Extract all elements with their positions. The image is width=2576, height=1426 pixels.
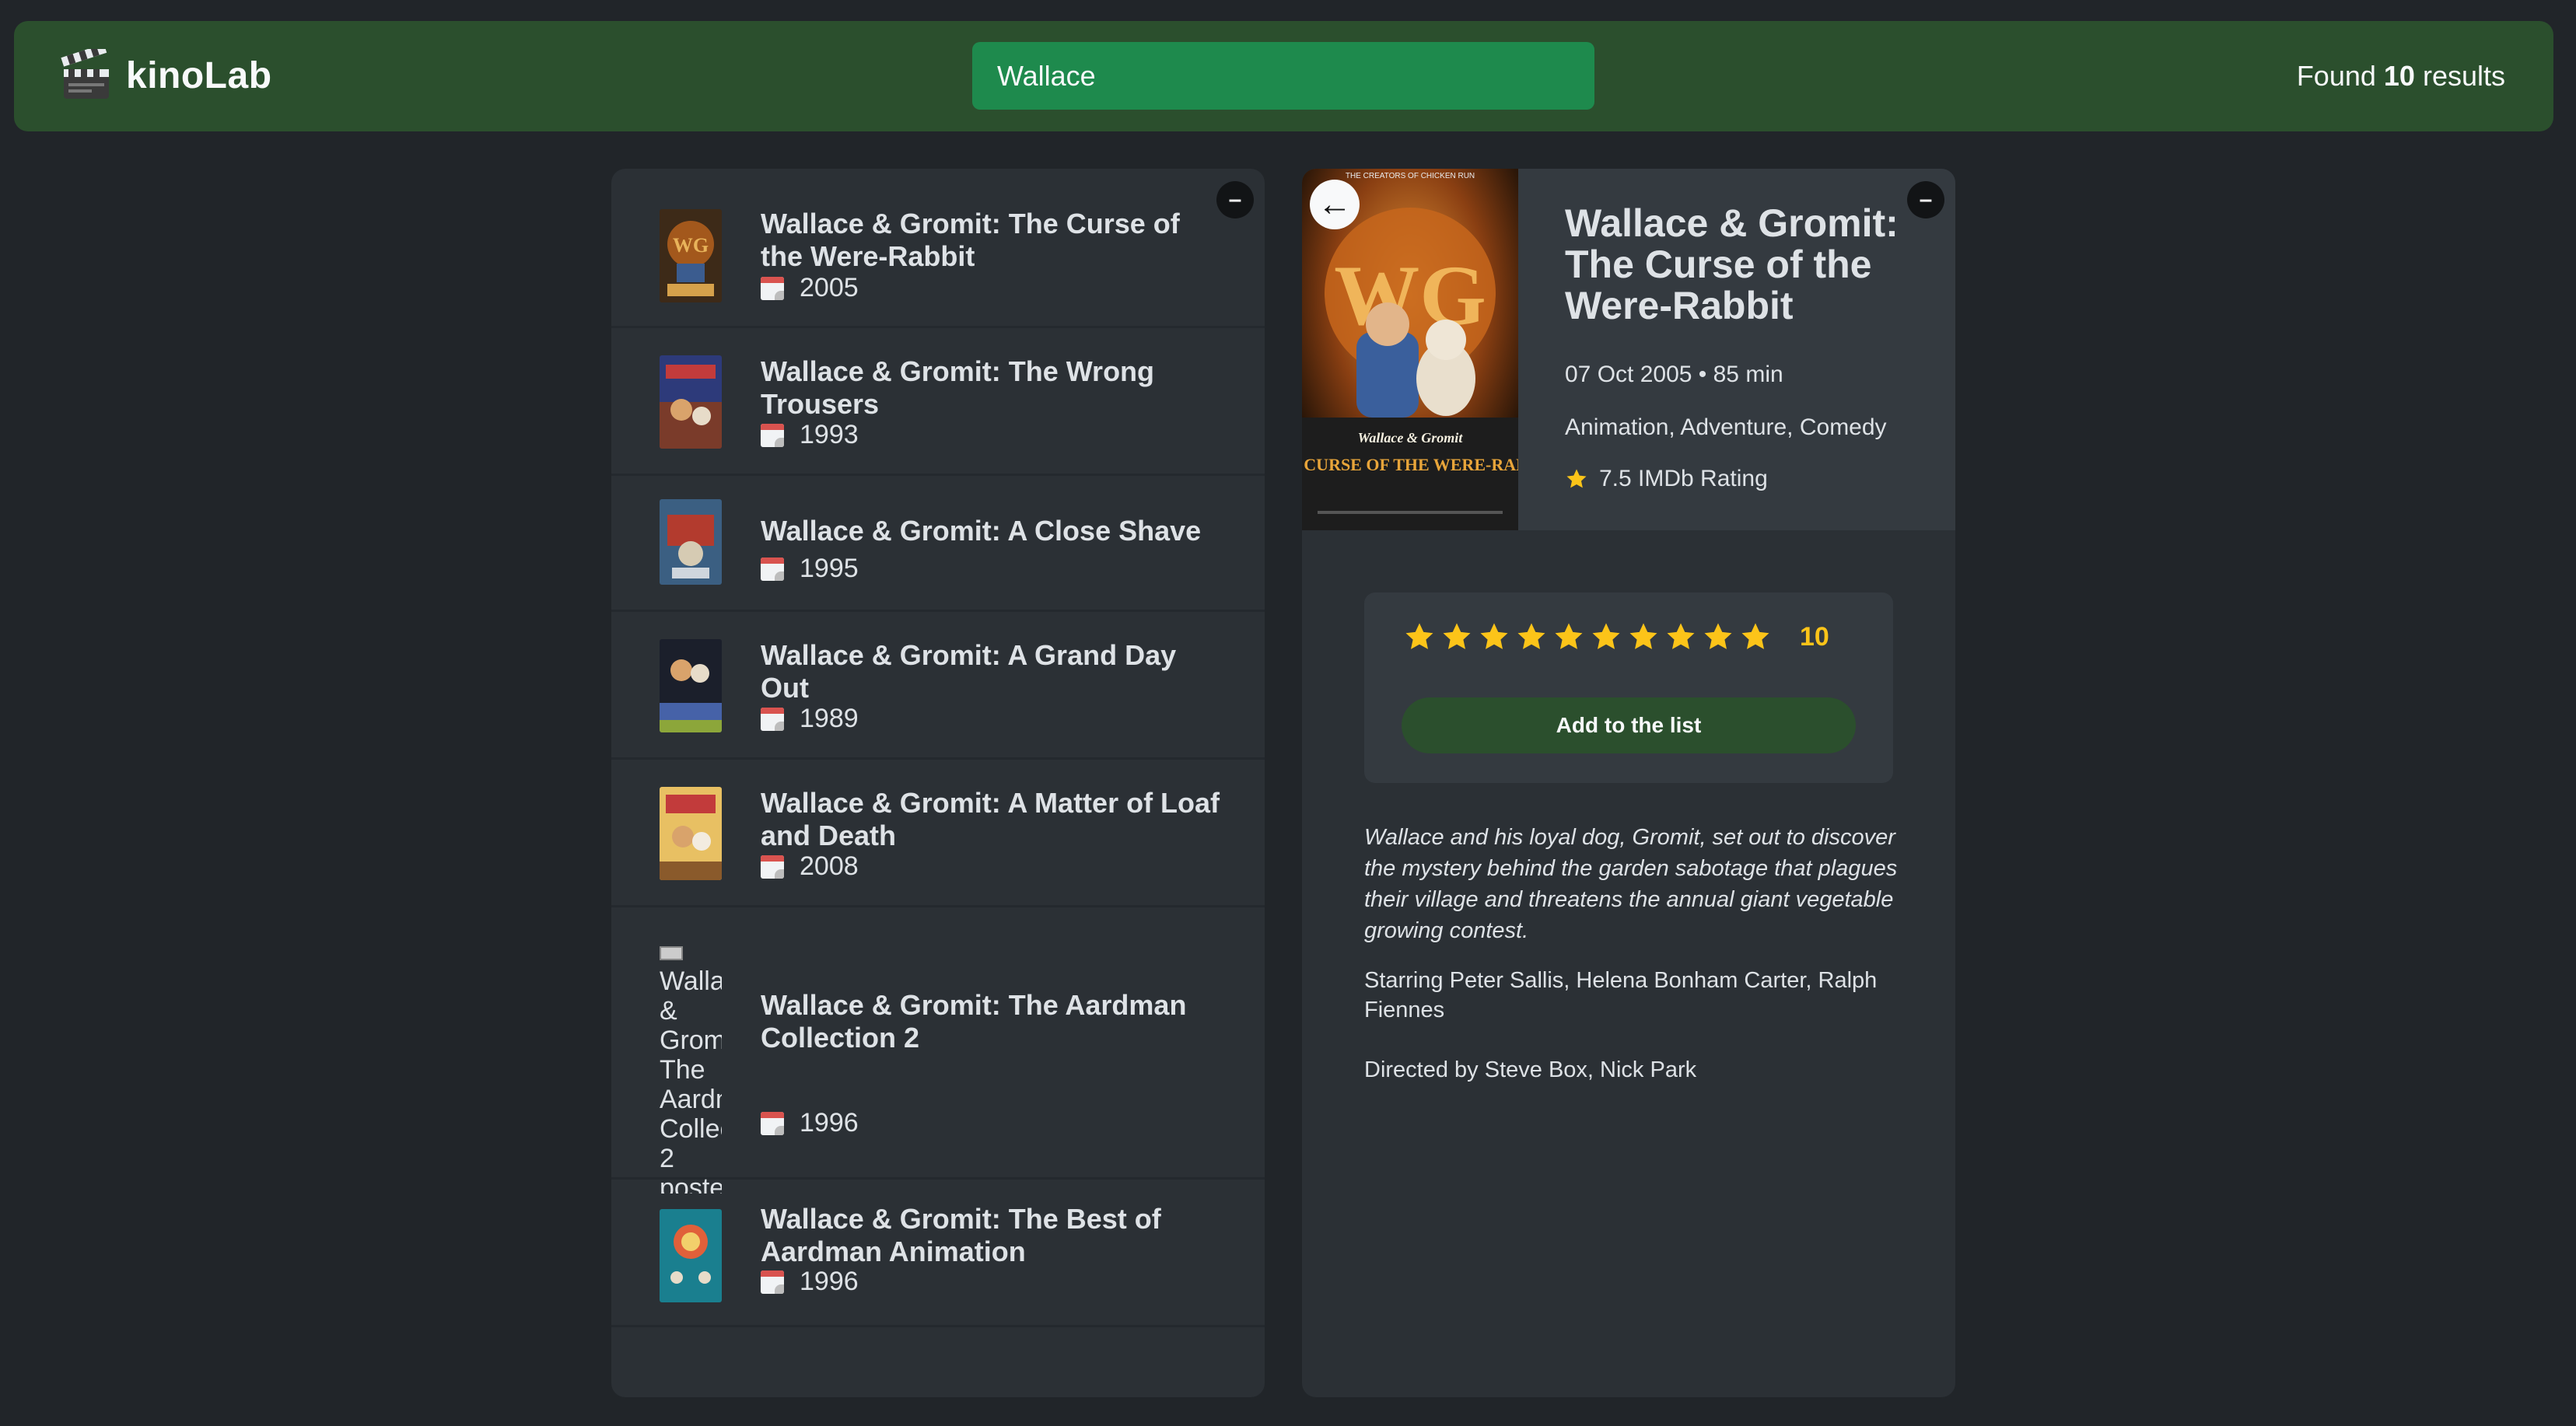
svg-text:WG: WG [1334,248,1486,343]
rating-star-icon[interactable] [1664,620,1697,653]
movie-poster: WG [660,209,722,302]
details-header: WG THE CREATORS OF CHICKEN RUN Wallace &… [1302,169,1955,530]
movie-cast: Starring Peter Sallis, Helena Bonham Car… [1364,968,1878,1022]
list-item[interactable]: Wallace & Gromit: A Grand Day Out 1989 [611,612,1265,760]
arrow-left-icon: ← [1318,185,1352,223]
back-button[interactable]: ← [1310,180,1360,229]
collapse-list-button[interactable]: – [1216,181,1254,218]
app-name: kinoLab [126,54,272,96]
rating-star-icon[interactable] [1440,620,1473,653]
broken-image-icon [660,946,683,961]
movie-title: Wallace & Gromit: The Best of Aardman An… [761,1203,1161,1267]
movie-details: – WG THE CREATORS OF CHICKEN RUN Wallace… [1302,169,1955,1397]
movie-title: Wallace & Gromit: A Close Shave [761,515,1202,547]
results-list: – WG Wallace & Gromit: The Curse of the … [611,169,1265,1397]
svg-text:THE CURSE OF THE WERE-RABBIT: THE CURSE OF THE WERE-RABBIT [1302,455,1518,474]
movie-title: Wallace & Gromit: A Grand Day Out [761,639,1177,704]
movie-year: 1996 [761,1267,859,1297]
user-rating-card: 10 Add to the list [1364,592,1893,783]
movie-title: Wallace & Gromit: The Aardman Collection… [761,989,1187,1054]
calendar-icon [761,855,784,879]
rating-star-icon[interactable] [1739,620,1772,653]
svg-text:THE CREATORS OF CHICKEN RUN: THE CREATORS OF CHICKEN RUN [1346,172,1475,180]
collapse-details-button[interactable]: – [1907,181,1944,218]
svg-text:Wallace & Gromit: Wallace & Gromit [1358,430,1464,446]
movie-poster [660,355,722,449]
results-number: 10 [2383,60,2415,92]
movie-poster [660,499,722,585]
rating-star-icon[interactable] [1590,620,1622,653]
movie-year: 1995 [761,554,859,584]
movie-director: Directed by Steve Box, Nick Park [1364,1057,1697,1082]
list-item[interactable]: Wallace & Gromit: The Aardman Collection… [611,907,1265,1194]
list-item[interactable]: Wallace & Gromit: The Wrong Trousers 199… [611,328,1265,476]
movie-plot: Wallace and his loyal dog, Gromit, set o… [1364,825,1898,943]
movie-poster [660,639,722,732]
rating-star-icon[interactable] [1552,620,1585,653]
movie-year: 2005 [761,273,859,303]
imdb-rating: 7.5 IMDb Rating [1565,466,1768,492]
movie-year: 1996 [761,1108,859,1138]
movie-year: 1993 [761,420,859,450]
star-icon [1566,469,1587,488]
rating-star-icon[interactable] [1627,620,1660,653]
rating-star-icon[interactable] [1403,620,1436,653]
movie-poster [660,1209,722,1302]
movie-year: 2008 [761,851,859,882]
results-count: Found 10 results [2297,60,2505,93]
list-item[interactable]: Wallace & Gromit: A Close Shave 1995 [611,476,1265,612]
star-rating[interactable]: 10 [1403,620,1829,653]
movie-year: 1989 [761,704,859,734]
calendar-icon [761,423,784,447]
rating-value: 10 [1800,621,1829,652]
genres: Animation, Adventure, Comedy [1565,414,1887,440]
calendar-icon [761,1270,784,1294]
results-prefix: Found [2296,60,2376,92]
rating-star-icon[interactable] [1515,620,1548,653]
movie-poster [660,787,722,880]
release-runtime: 07 Oct 2005 • 85 min [1565,362,1783,387]
svg-text:WG: WG [673,234,709,257]
calendar-icon [761,557,784,581]
list-item[interactable]: WG Wallace & Gromit: The Curse of the We… [611,169,1265,328]
list-item[interactable]: Wallace & Gromit: The Best of Aardman An… [611,1180,1265,1327]
clapperboard-icon [61,44,114,102]
detail-title: Wallace & Gromit: The Curse of the Were-… [1565,201,1899,327]
calendar-icon [761,1111,784,1135]
search-input[interactable] [972,42,1594,110]
results-suffix: results [2422,60,2505,92]
rating-star-icon[interactable] [1478,620,1510,653]
movie-title: Wallace & Gromit: The Wrong Trousers [761,355,1155,420]
add-to-list-button[interactable]: Add to the list [1402,697,1856,753]
calendar-icon [761,707,784,731]
calendar-icon [761,276,784,300]
rating-star-icon[interactable] [1702,620,1734,653]
logo[interactable]: kinoLab [61,44,272,102]
movie-title: Wallace & Gromit: A Matter of Loaf and D… [761,787,1220,851]
broken-poster-image: Wallace & Gromit: The Aardman Collection… [660,937,722,1194]
top-nav: kinoLab Found 10 results [14,21,2553,131]
movie-title: Wallace & Gromit: The Curse of the Were-… [761,208,1180,272]
list-item[interactable]: Wallace & Gromit: A Matter of Loaf and D… [611,760,1265,907]
